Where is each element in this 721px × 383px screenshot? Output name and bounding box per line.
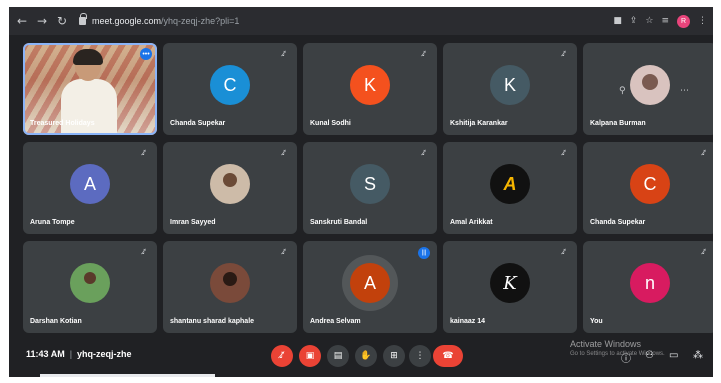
- participant-name: Kalpana Burman: [590, 120, 646, 127]
- url-path: /yhq-zeqj-zhe?pli=1: [161, 16, 240, 26]
- address-bar[interactable]: meet.google.com/yhq-zeqj-zhe?pli=1: [79, 11, 605, 31]
- chat-icon[interactable]: ▭: [669, 350, 678, 361]
- present-screen-icon: ⊞: [390, 351, 398, 361]
- mic-off-icon: ♪̸: [561, 248, 567, 256]
- participant-name: Kunal Sodhi: [310, 120, 351, 127]
- more-options-icon[interactable]: •••: [140, 48, 152, 60]
- participant-tile[interactable]: ♪̸ K kainaaz 14: [443, 241, 577, 333]
- participant-tile[interactable]: ⚲ ⋯ Kalpana Burman: [583, 43, 713, 135]
- camera-in-use-icon[interactable]: ■: [613, 16, 622, 26]
- avatar: C: [630, 164, 670, 205]
- chrome-menu-icon[interactable]: ⋮: [698, 16, 707, 26]
- raise-hand-button[interactable]: ✋: [355, 345, 377, 367]
- avatar: C: [210, 65, 250, 106]
- participant-name: Sanskruti Bandal: [310, 219, 368, 226]
- more-options-icon: ⋮: [415, 351, 425, 361]
- avatar: K: [350, 65, 390, 106]
- participant-name: shantanu sharad kaphale: [170, 318, 255, 325]
- avatar-photo: [70, 263, 110, 304]
- mic-off-icon: ♪̸: [141, 149, 147, 157]
- participant-tile[interactable]: ♪̸ Darshan Kotian: [23, 241, 157, 333]
- mic-off-icon: ♪̸: [281, 50, 287, 58]
- taskbar-edge: [40, 374, 215, 377]
- activate-windows-title: Activate Windows: [570, 339, 642, 349]
- participant-name: Andrea Selvam: [310, 318, 361, 325]
- mic-off-icon: ♪̸: [421, 50, 427, 58]
- participant-tile[interactable]: ♪̸ Imran Sayyed: [163, 142, 297, 234]
- more-options-icon[interactable]: ⋯: [680, 86, 689, 96]
- participant-tile[interactable]: ♪̸ K Kunal Sodhi: [303, 43, 437, 135]
- participant-tile[interactable]: ♪̸ A Amal Arikkat: [443, 142, 577, 234]
- participant-tile[interactable]: ♪̸ C Chanda Supekar: [583, 142, 713, 234]
- participant-name: Imran Sayyed: [170, 219, 216, 226]
- mic-off-icon: ♪̸: [141, 248, 147, 256]
- info-icon[interactable]: ⓘ: [621, 350, 631, 365]
- pin-icon[interactable]: ⚲: [619, 86, 626, 96]
- speaking-indicator-icon: |||: [418, 247, 430, 259]
- participant-tile[interactable]: ||| A Andrea Selvam: [303, 241, 437, 333]
- meeting-code[interactable]: yhq-zeqj-zhe: [77, 349, 132, 359]
- profile-avatar[interactable]: R: [677, 14, 690, 28]
- participant-tile[interactable]: ♪̸ shantanu sharad kaphale: [163, 241, 297, 333]
- participant-tile[interactable]: ♪̸ K Kshitija Karankar: [443, 43, 577, 135]
- participant-name: Kshitija Karankar: [450, 120, 508, 127]
- present-button[interactable]: ⊞: [383, 345, 405, 367]
- participant-name: Aruna Tompe: [30, 219, 75, 226]
- participant-tile[interactable]: ♪̸ A Aruna Tompe: [23, 142, 157, 234]
- lock-icon: [79, 13, 87, 25]
- participant-tile[interactable]: ♪̸ S Sanskruti Bandal: [303, 142, 437, 234]
- avatar-logo: A: [490, 164, 530, 205]
- meeting-info: 11:43 AM | yhq-zeqj-zhe: [26, 349, 132, 359]
- participant-name: You: [590, 318, 603, 325]
- mic-off-icon: ♪̸: [281, 248, 287, 256]
- participant-name: Chanda Supekar: [170, 120, 226, 127]
- avatar: S: [350, 164, 390, 205]
- share-icon[interactable]: ⇪: [630, 16, 638, 26]
- mic-off-icon: ♪̸: [701, 248, 707, 256]
- camera-off-icon: ▣: [305, 351, 315, 361]
- back-arrow-icon[interactable]: ←: [15, 14, 29, 28]
- avatar: n: [630, 263, 670, 304]
- hang-up-button[interactable]: ☎: [433, 345, 463, 367]
- captions-icon: ▤: [333, 351, 343, 361]
- mic-off-icon: ♪̸: [281, 149, 287, 157]
- participant-tile[interactable]: ♪̸ n You: [583, 241, 713, 333]
- people-icon[interactable]: ⚇: [645, 350, 654, 361]
- bookmark-star-icon[interactable]: ☆: [645, 16, 653, 26]
- mic-off-icon: ♪̸: [279, 351, 285, 361]
- forward-arrow-icon[interactable]: →: [35, 14, 49, 28]
- mic-toggle-button[interactable]: ♪̸: [271, 345, 293, 367]
- hang-up-icon: ☎: [442, 351, 454, 361]
- meeting-controls-bar: 11:43 AM | yhq-zeqj-zhe ♪̸ ▣ ▤ ✋ ⊞ ⋮ ☎ Act…: [9, 337, 713, 377]
- captions-button[interactable]: ▤: [327, 345, 349, 367]
- participant-name: Darshan Kotian: [30, 318, 82, 325]
- mic-off-icon: ♪̸: [421, 149, 427, 157]
- participant-name: Amal Arikkat: [450, 219, 493, 226]
- avatar: A: [70, 164, 110, 205]
- participant-tile[interactable]: ♪̸ C Chanda Supekar: [163, 43, 297, 135]
- participant-name: Treasured Holidays: [30, 120, 95, 127]
- avatar-photo: [210, 263, 250, 304]
- raise-hand-icon: ✋: [360, 351, 372, 361]
- reload-icon[interactable]: ↻: [55, 14, 69, 28]
- mic-off-icon: ♪̸: [701, 149, 707, 157]
- mic-off-icon: ♪̸: [561, 149, 567, 157]
- camera-toggle-button[interactable]: ▣: [299, 345, 321, 367]
- participant-name: kainaaz 14: [450, 318, 486, 325]
- avatar-photo: [210, 164, 250, 205]
- avatar: A: [350, 263, 390, 304]
- mic-off-icon: ♪̸: [561, 50, 567, 58]
- activities-icon[interactable]: ⁂: [693, 350, 703, 361]
- browser-toolbar: ← → ↻ meet.google.com/yhq-zeqj-zhe?pli=1…: [9, 7, 713, 35]
- reading-list-icon[interactable]: ≡: [661, 16, 669, 26]
- meeting-time: 11:43 AM: [26, 349, 65, 359]
- meet-window: ← → ↻ meet.google.com/yhq-zeqj-zhe?pli=1…: [9, 7, 713, 377]
- url-host: meet.google.com: [92, 16, 162, 26]
- participant-tile[interactable]: ••• Treasured Holidays: [23, 43, 157, 135]
- avatar-logo: K: [490, 263, 530, 304]
- participant-name: Chanda Supekar: [590, 219, 646, 226]
- avatar: K: [490, 65, 530, 106]
- more-options-button[interactable]: ⋮: [409, 345, 431, 367]
